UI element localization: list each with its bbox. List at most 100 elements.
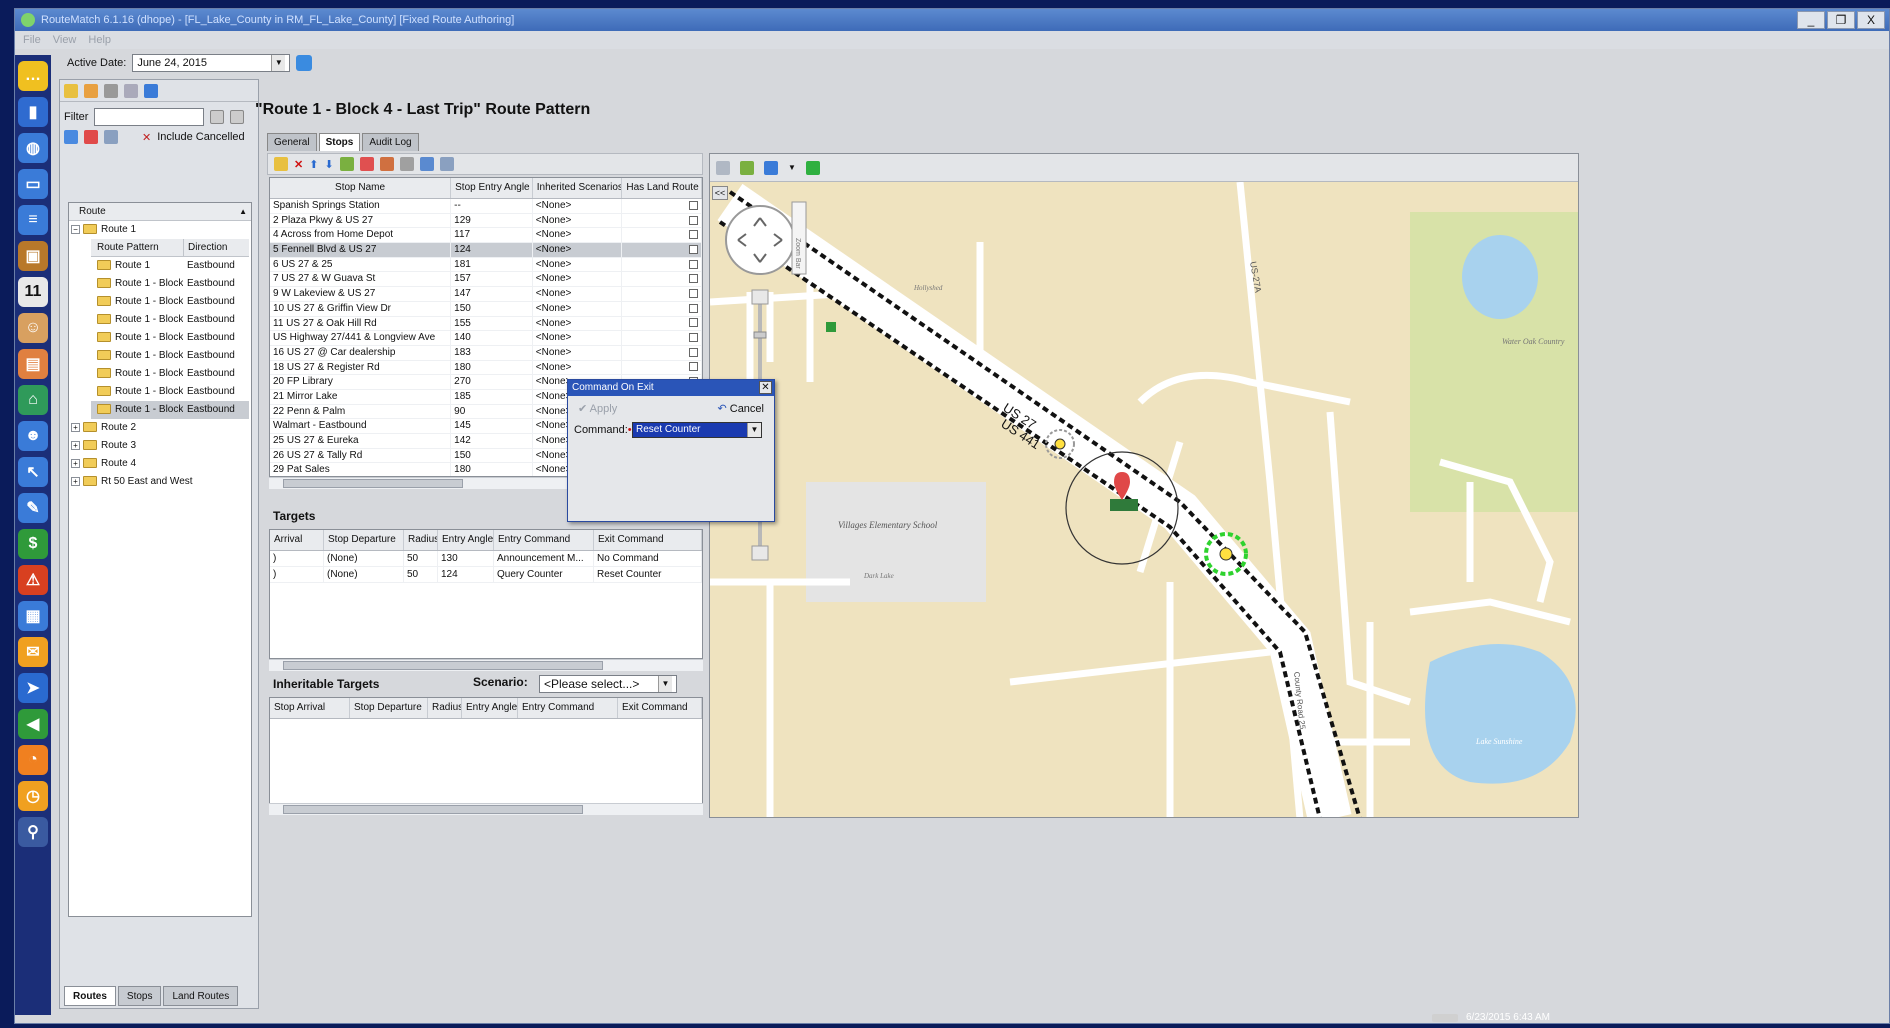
active-date-picker[interactable]: June 24, 2015 ▼: [132, 54, 291, 72]
has-land-route-checkbox[interactable]: [689, 318, 698, 328]
target-row[interactable]: ) (None) 50 130 Announcement M... No Com…: [270, 551, 702, 567]
refresh-icon[interactable]: [64, 130, 78, 144]
inheritable-hscrollbar[interactable]: [269, 803, 703, 815]
stop-row[interactable]: 2 Plaza Pkwy & US 27 129 <None>: [270, 213, 702, 229]
building-icon[interactable]: ⌂: [18, 385, 48, 415]
has-land-route-checkbox[interactable]: [689, 215, 698, 225]
bus-icon[interactable]: ▭: [18, 169, 48, 199]
pattern-row[interactable]: Route 1 - Block... Eastbound: [91, 293, 249, 311]
map-style-icon[interactable]: [764, 160, 778, 175]
has-land-route-checkbox[interactable]: [689, 200, 698, 210]
target-exit-command[interactable]: No Command: [594, 551, 702, 566]
briefcase-icon[interactable]: ▣: [18, 241, 48, 271]
has-land-route-checkbox[interactable]: [689, 303, 698, 313]
stop-row[interactable]: 6 US 27 & 25 181 <None>: [270, 257, 702, 273]
tree-route-rt50[interactable]: + Rt 50 East and West: [69, 473, 251, 491]
cancel-button[interactable]: ↶ Cancel: [717, 402, 764, 415]
filter-input[interactable]: [94, 108, 205, 126]
stop-row[interactable]: 10 US 27 & Griffin View Dr 150 <None>: [270, 301, 702, 317]
chevron-down-icon[interactable]: ▼: [747, 423, 761, 437]
database-icon[interactable]: ≡: [18, 205, 48, 235]
col-radius[interactable]: Radius: [428, 698, 462, 718]
col-stop-departure[interactable]: Stop Departure: [350, 698, 428, 718]
col-arrival[interactable]: Arrival: [270, 530, 324, 550]
pattern-row[interactable]: Route 1 - Block... Eastbound: [91, 365, 249, 383]
road-icon[interactable]: ▦: [18, 601, 48, 631]
chevron-down-icon[interactable]: ▼: [271, 55, 286, 71]
pattern-col-header[interactable]: Route Pattern: [91, 239, 183, 257]
collapse-icon[interactable]: −: [71, 224, 80, 234]
col-stop-entry-angle[interactable]: Stop Entry Angle: [451, 178, 533, 198]
include-cancelled-toggle[interactable]: Include Cancelled: [157, 131, 244, 143]
stop-row[interactable]: 7 US 27 & W Guava St 157 <None>: [270, 272, 702, 288]
stop-row[interactable]: 9 W Lakeview & US 27 147 <None>: [270, 287, 702, 302]
delete-icon[interactable]: [104, 83, 118, 98]
selected-stop-marker[interactable]: [1110, 499, 1138, 511]
zoom-in-button[interactable]: [751, 289, 769, 305]
col-exit-command[interactable]: Exit Command: [618, 698, 702, 718]
col-entry-angle[interactable]: Entry Angle: [462, 698, 518, 718]
target-marker[interactable]: [1054, 438, 1066, 450]
vehicle-icon[interactable]: [740, 160, 754, 175]
dialog-close-button[interactable]: ✕: [759, 381, 772, 394]
close-button[interactable]: X: [1857, 11, 1885, 29]
chat-icon[interactable]: …: [18, 61, 48, 91]
back-icon[interactable]: ◀: [18, 709, 48, 739]
pattern-row[interactable]: Route 1 - Block... Eastbound: [91, 383, 249, 401]
tree-route-4[interactable]: + Route 4: [69, 455, 251, 473]
wrench-icon[interactable]: ✎: [18, 493, 48, 523]
funnel-icon[interactable]: [210, 110, 225, 124]
pattern-row[interactable]: Route 1 - Block... Eastbound: [91, 311, 249, 329]
clock-icon[interactable]: ◷: [18, 781, 48, 811]
has-land-route-checkbox[interactable]: [689, 259, 698, 269]
pattern-row[interactable]: Route 1 Eastbound: [91, 257, 249, 275]
export-icon[interactable]: [144, 83, 158, 98]
fit-route-icon[interactable]: [805, 160, 820, 175]
document-icon[interactable]: [84, 130, 98, 144]
has-land-route-checkbox[interactable]: [689, 244, 698, 254]
tab-stops-detail[interactable]: Stops: [318, 133, 361, 151]
target-entry-command[interactable]: Announcement M...: [494, 551, 594, 566]
expand-icon[interactable]: +: [71, 476, 80, 486]
tree-route-2[interactable]: + Route 2: [69, 419, 251, 437]
compass-icon[interactable]: ➤: [18, 673, 48, 703]
menu-file[interactable]: File: [23, 31, 41, 49]
dollar-icon[interactable]: $: [18, 529, 48, 559]
remove-stop-icon[interactable]: ✕: [294, 158, 303, 171]
tab-audit-log[interactable]: Audit Log: [362, 133, 419, 151]
has-land-route-checkbox[interactable]: [689, 362, 698, 372]
apply-button[interactable]: ✔ Apply: [578, 402, 617, 415]
target-exit-command[interactable]: Reset Counter: [594, 567, 702, 582]
col-has-land-route[interactable]: Has Land Route: [622, 178, 702, 198]
col-stop-departure[interactable]: Stop Departure: [324, 530, 404, 550]
calendar-refresh-icon[interactable]: [296, 55, 313, 71]
tree-route-1[interactable]: − Route 1: [69, 221, 251, 239]
clear-filter-icon[interactable]: [230, 110, 245, 124]
col-entry-angle[interactable]: Entry Angle: [438, 530, 494, 550]
target-entry-command[interactable]: Query Counter: [494, 567, 594, 582]
stop-row[interactable]: 4 Across from Home Depot 117 <None>: [270, 228, 702, 244]
has-land-route-checkbox[interactable]: [689, 333, 698, 343]
stop-row[interactable]: 11 US 27 & Oak Hill Rd 155 <None>: [270, 316, 702, 332]
globe-icon[interactable]: ◍: [18, 133, 48, 163]
pattern-row-selected[interactable]: Route 1 - Block... Eastbound: [91, 401, 249, 419]
direction-col-header[interactable]: Direction: [183, 239, 245, 257]
stop-row[interactable]: Spanish Springs Station -- <None>: [270, 199, 702, 214]
calendar-icon[interactable]: 11: [18, 277, 48, 307]
save-icon[interactable]: [124, 83, 138, 98]
scroll-thumb[interactable]: [283, 479, 463, 488]
has-land-route-checkbox[interactable]: [689, 288, 698, 298]
tree-header[interactable]: Route ▲: [69, 203, 251, 221]
has-land-route-checkbox[interactable]: [689, 347, 698, 357]
scroll-thumb[interactable]: [283, 661, 603, 670]
chevron-down-icon[interactable]: ▼: [788, 163, 796, 172]
has-land-route-checkbox[interactable]: [689, 230, 698, 240]
has-land-route-checkbox[interactable]: [689, 274, 698, 284]
target-row[interactable]: ) (None) 50 124 Query Counter Reset Coun…: [270, 567, 702, 583]
expand-icon[interactable]: +: [71, 458, 80, 468]
route-edit-icon[interactable]: [339, 157, 354, 171]
user-headset-icon[interactable]: ☺: [18, 313, 48, 343]
target-marker[interactable]: [1219, 547, 1233, 561]
pattern-row[interactable]: Route 1 - Block... Eastbound: [91, 347, 249, 365]
stop-row[interactable]: 18 US 27 & Register Rd 180 <None>: [270, 360, 702, 376]
